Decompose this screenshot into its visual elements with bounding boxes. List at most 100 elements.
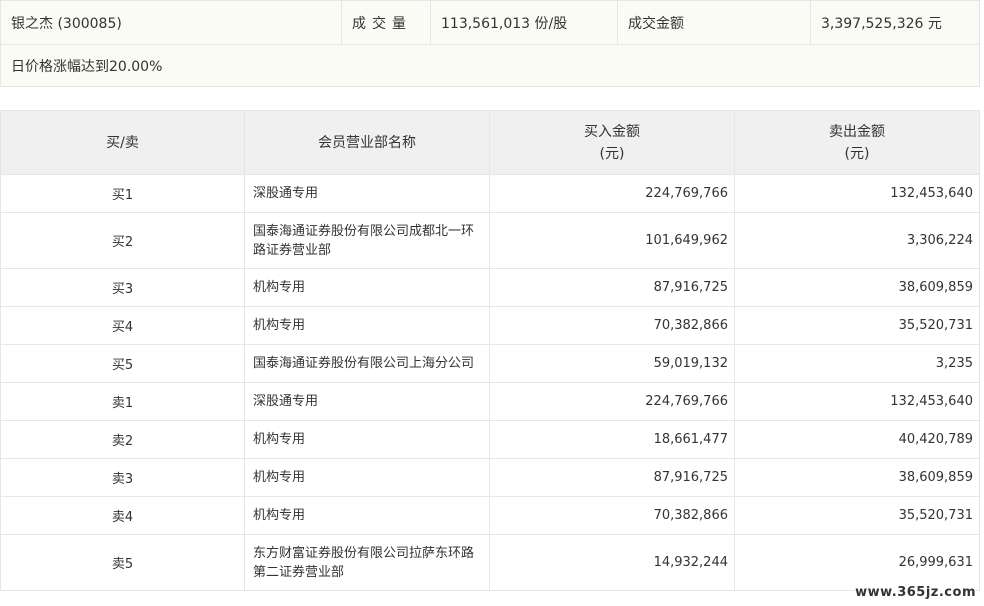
side-label: 买4 (111, 320, 134, 335)
side-cell: 卖3 (0, 458, 245, 497)
buy-amount-cell: 224,769,766 (489, 174, 735, 213)
sell-amount-cell: 26,999,631 (734, 534, 980, 591)
side-cell: 买2 (0, 212, 245, 269)
summary-table: 银之杰 (300085) 成交量 113,561,013 份/股 成交金额 3,… (0, 0, 980, 87)
member-cell: 深股通专用 (244, 174, 490, 213)
member-cell: 深股通专用 (244, 382, 490, 421)
sell-amount: 26,999,631 (898, 555, 973, 570)
side-label: 卖5 (111, 557, 134, 572)
side-cell: 买4 (0, 306, 245, 345)
sell-amount-cell: 3,235 (734, 344, 980, 383)
sell-amount-cell: 132,453,640 (734, 382, 980, 421)
side-label: 卖3 (111, 472, 134, 487)
sell-amount-cell: 35,520,731 (734, 496, 980, 535)
side-cell: 买1 (0, 174, 245, 213)
header-member: 会员营业部名称 (244, 110, 490, 175)
side-cell: 买3 (0, 268, 245, 307)
buy-amount: 87,916,725 (653, 280, 728, 295)
sell-amount-cell: 38,609,859 (734, 458, 980, 497)
member-cell: 机构专用 (244, 420, 490, 459)
stock-name: 银之杰 (300085) (0, 0, 342, 45)
member-name: 机构专用 (253, 318, 306, 333)
member-name: 机构专用 (253, 508, 306, 523)
sell-amount: 35,520,731 (898, 318, 973, 333)
buy-amount: 224,769,766 (645, 186, 728, 201)
buy-amount-cell: 224,769,766 (489, 382, 735, 421)
table-row: 买3 机构专用 87,916,725 38,609,859 (0, 268, 980, 307)
side-cell: 卖4 (0, 496, 245, 535)
table-row: 卖2 机构专用 18,661,477 40,420,789 (0, 420, 980, 459)
volume-value: 113,561,013 份/股 (430, 0, 618, 45)
buy-amount: 101,649,962 (645, 233, 728, 248)
sell-amount-cell: 40,420,789 (734, 420, 980, 459)
member-cell: 机构专用 (244, 306, 490, 345)
sell-amount: 40,420,789 (898, 432, 973, 447)
side-cell: 卖2 (0, 420, 245, 459)
sell-amount-cell: 38,609,859 (734, 268, 980, 307)
member-cell: 机构专用 (244, 458, 490, 497)
member-cell: 机构专用 (244, 268, 490, 307)
header-sell-unit: (元) (844, 145, 870, 162)
table-row: 买1 深股通专用 224,769,766 132,453,640 (0, 174, 980, 213)
buy-amount: 18,661,477 (653, 432, 728, 447)
table-row: 买2 国泰海通证券股份有限公司成都北一环 路证券营业部 101,649,962 3,30… (0, 212, 980, 269)
table-row: 买5 国泰海通证券股份有限公司上海分公司 59,019,132 3,235 (0, 344, 980, 383)
side-label: 买2 (111, 235, 134, 250)
side-cell: 卖1 (0, 382, 245, 421)
table-row: 卖1 深股通专用 224,769,766 132,453,640 (0, 382, 980, 421)
listing-reason: 日价格涨幅达到20.00% (0, 44, 980, 87)
amount-value: 3,397,525,326 元 (810, 0, 980, 45)
buy-amount-cell: 87,916,725 (489, 268, 735, 307)
header-sell-label: 卖出金额 (829, 123, 885, 140)
sell-amount: 132,453,640 (890, 186, 973, 201)
buy-amount-cell: 70,382,866 (489, 496, 735, 535)
header-buy-amount: 买入金额 (元) (489, 110, 735, 175)
trading-detail-table: 买/卖 会员营业部名称 买入金额 (元) 卖出金额 (元) 买1 深股通专用 224… (0, 110, 980, 591)
table-row: 买4 机构专用 70,382,866 35,520,731 (0, 306, 980, 345)
buy-amount: 14,932,244 (653, 555, 728, 570)
member-cell: 国泰海通证券股份有限公司成都北一环 路证券营业部 (244, 212, 490, 269)
table-row: 卖4 机构专用 70,382,866 35,520,731 (0, 496, 980, 535)
header-buy-unit: (元) (599, 145, 625, 162)
member-name-cont: 第二证券营业部 (253, 564, 345, 580)
side-label: 卖4 (111, 510, 134, 525)
header-side: 买/卖 (0, 110, 245, 175)
member-name: 机构专用 (253, 432, 306, 447)
sell-amount-cell: 35,520,731 (734, 306, 980, 345)
buy-amount: 87,916,725 (653, 470, 728, 485)
sell-amount-cell: 3,306,224 (734, 212, 980, 269)
sell-amount: 38,609,859 (898, 470, 973, 485)
buy-amount-cell: 59,019,132 (489, 344, 735, 383)
member-cell: 国泰海通证券股份有限公司上海分公司 (244, 344, 490, 383)
buy-amount: 59,019,132 (653, 356, 728, 371)
member-cell: 机构专用 (244, 496, 490, 535)
member-name-cont: 路证券营业部 (253, 242, 332, 258)
table-row: 卖3 机构专用 87,916,725 38,609,859 (0, 458, 980, 497)
side-cell: 买5 (0, 344, 245, 383)
side-label: 买1 (111, 188, 134, 203)
member-name: 国泰海通证券股份有限公司成都北一环 (253, 223, 475, 239)
site-watermark: www.365jz.com (855, 585, 976, 600)
member-name: 国泰海通证券股份有限公司上海分公司 (253, 356, 475, 371)
member-name: 东方财富证券股份有限公司拉萨东环路 (253, 545, 475, 561)
buy-amount-cell: 101,649,962 (489, 212, 735, 269)
member-cell: 东方财富证券股份有限公司拉萨东环路 第二证券营业部 (244, 534, 490, 591)
side-label: 卖2 (111, 434, 134, 449)
member-name: 机构专用 (253, 470, 306, 485)
side-label: 买5 (111, 358, 134, 373)
sell-amount: 3,235 (935, 356, 973, 371)
side-cell: 卖5 (0, 534, 245, 591)
header-sell-amount: 卖出金额 (元) (734, 110, 980, 175)
table-row: 卖5 东方财富证券股份有限公司拉萨东环路 第二证券营业部 14,932,244 26,9… (0, 534, 980, 591)
sell-amount-cell: 132,453,640 (734, 174, 980, 213)
buy-amount: 70,382,866 (653, 508, 728, 523)
buy-amount-cell: 18,661,477 (489, 420, 735, 459)
amount-label: 成交金额 (617, 0, 811, 45)
sell-amount: 35,520,731 (898, 508, 973, 523)
sell-amount: 3,306,224 (906, 233, 973, 248)
header-buy-label: 买入金额 (584, 123, 640, 140)
member-name: 机构专用 (253, 280, 306, 295)
buy-amount: 224,769,766 (645, 394, 728, 409)
buy-amount: 70,382,866 (653, 318, 728, 333)
side-label: 买3 (111, 282, 134, 297)
